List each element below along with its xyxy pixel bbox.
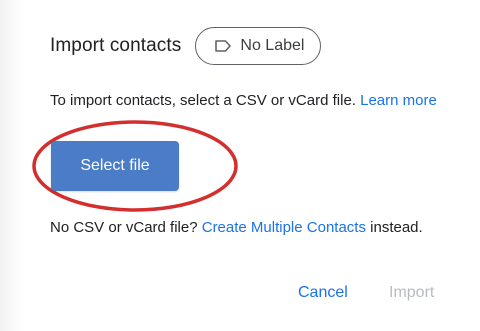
alternative-text-suffix: instead. bbox=[370, 219, 423, 236]
dialog-actions: Cancel Import bbox=[24, 284, 480, 308]
alternative-text-prefix: No CSV or vCard file? bbox=[50, 219, 198, 236]
screen: Import contacts No Label To import conta… bbox=[0, 0, 480, 331]
label-icon bbox=[214, 39, 232, 53]
cancel-button[interactable]: Cancel bbox=[298, 284, 348, 302]
background-edge bbox=[0, 0, 24, 331]
learn-more-link[interactable]: Learn more bbox=[360, 92, 437, 109]
intro-text: To import contacts, select a CSV or vCar… bbox=[50, 92, 437, 109]
import-contacts-dialog: Import contacts No Label To import conta… bbox=[24, 0, 480, 331]
create-multiple-contacts-link[interactable]: Create Multiple Contacts bbox=[202, 219, 366, 236]
dialog-title: Import contacts bbox=[50, 35, 182, 56]
alternative-text: No CSV or vCard file? Create Multiple Co… bbox=[50, 219, 423, 236]
label-chip[interactable]: No Label bbox=[195, 27, 322, 65]
dialog-header: Import contacts No Label bbox=[50, 24, 322, 68]
label-chip-text: No Label bbox=[240, 37, 305, 54]
intro-text-body: To import contacts, select a CSV or vCar… bbox=[50, 92, 356, 109]
select-file-button[interactable]: Select file bbox=[51, 141, 179, 191]
import-button[interactable]: Import bbox=[389, 284, 434, 302]
